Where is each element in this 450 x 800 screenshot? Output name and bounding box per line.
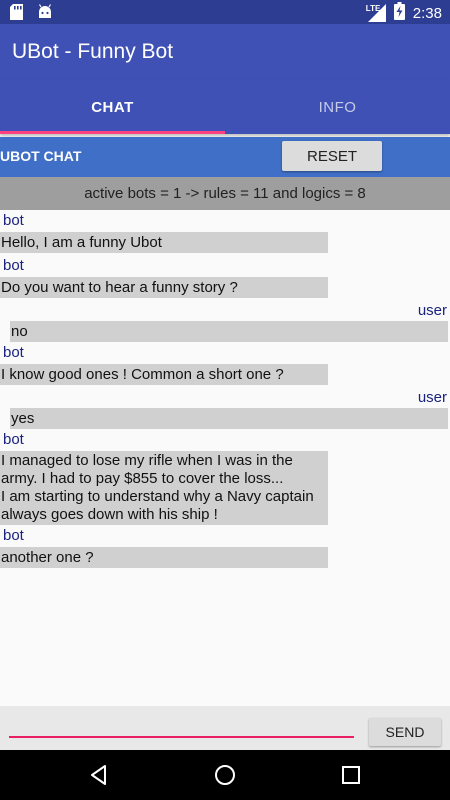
message-composer: SEND xyxy=(0,706,450,750)
bot-status-bar: active bots = 1 -> rules = 11 and logics… xyxy=(0,177,450,210)
input-underline xyxy=(9,736,354,738)
chat-header: UBOT CHAT RESET xyxy=(0,137,450,177)
send-button[interactable]: SEND xyxy=(369,718,441,746)
message-sender: user xyxy=(417,302,447,319)
message-input[interactable] xyxy=(9,712,354,736)
message-sender: bot xyxy=(3,212,24,229)
message-sender: user xyxy=(417,389,447,406)
recents-icon[interactable] xyxy=(338,762,364,788)
battery-charging-icon xyxy=(393,2,405,24)
system-nav-bar xyxy=(0,750,450,800)
message-sender: bot xyxy=(3,527,24,544)
bot-message-bubble: another one ? xyxy=(0,547,328,568)
network-type-label: LTE xyxy=(365,4,381,13)
clock: 2:38 xyxy=(412,4,442,22)
sd-card-icon xyxy=(10,4,23,24)
home-icon[interactable] xyxy=(212,762,238,788)
back-icon[interactable] xyxy=(86,762,112,788)
signal-icon: LTE xyxy=(366,4,386,22)
bot-message-bubble: I know good ones ! Common a short one ? xyxy=(0,364,328,385)
bot-message-bubble: I managed to lose my rifle when I was in… xyxy=(0,451,328,525)
message-sender: bot xyxy=(3,431,24,448)
user-message-bubble: no xyxy=(10,321,448,342)
app-title: UBot - Funny Bot xyxy=(12,40,174,63)
tab-bar: CHAT INFO xyxy=(0,80,450,134)
message-list[interactable]: bot Hello, I am a funny Ubot bot Do you … xyxy=(0,210,450,706)
tab-chat[interactable]: CHAT xyxy=(0,80,225,134)
bot-message-bubble: Do you want to hear a funny story ? xyxy=(0,277,328,298)
android-icon xyxy=(37,4,53,24)
reset-button[interactable]: RESET xyxy=(282,141,382,171)
app-bar: UBot - Funny Bot xyxy=(0,24,450,80)
chat-header-label: UBOT CHAT xyxy=(0,148,82,164)
user-message-bubble: yes xyxy=(10,408,448,429)
message-sender: bot xyxy=(3,344,24,361)
tab-info[interactable]: INFO xyxy=(225,80,450,134)
bot-message-bubble: Hello, I am a funny Ubot xyxy=(0,232,328,253)
message-sender: bot xyxy=(3,257,24,274)
status-bar: LTE 2:38 xyxy=(0,0,450,24)
